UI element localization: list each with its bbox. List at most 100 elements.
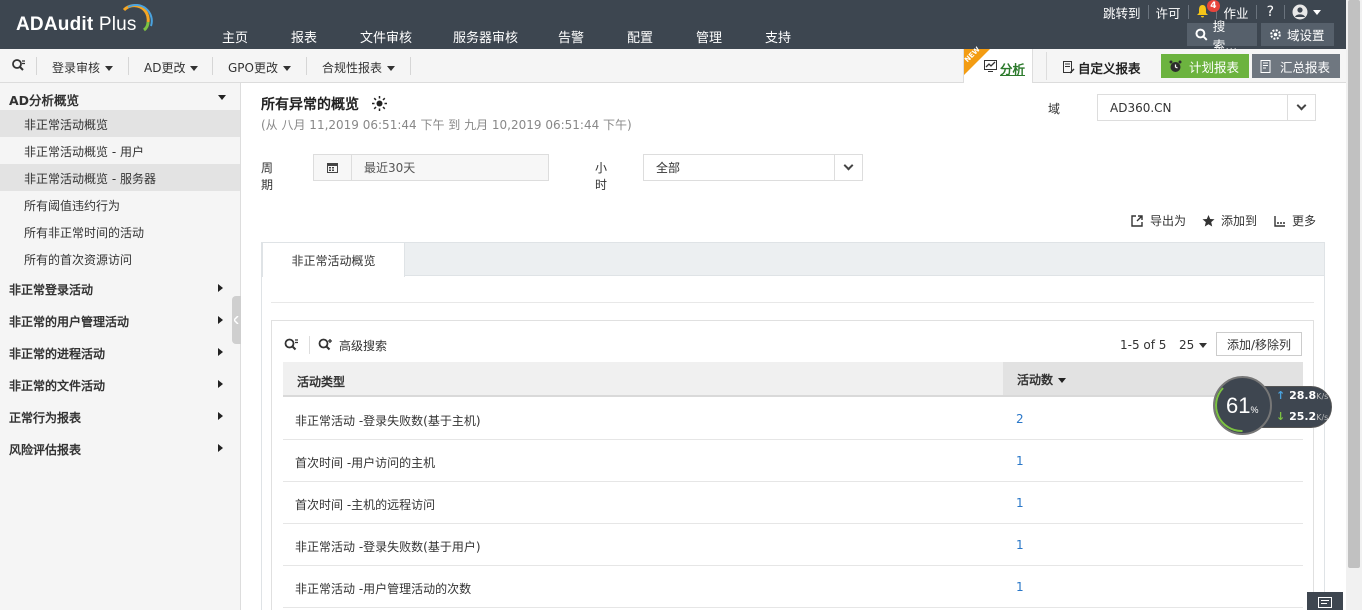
top-header: ADAudit Plus 主页 报表 文件审核 服务器审核 告警 配置 管理 支…: [0, 0, 1346, 53]
separator: [410, 57, 411, 75]
page-size-select[interactable]: 25: [1179, 338, 1208, 352]
star-icon: [1202, 214, 1215, 226]
subnav-logon-audit[interactable]: 登录审核: [52, 59, 114, 76]
nav-admin[interactable]: 管理: [696, 27, 765, 46]
chevron-down-icon: [105, 66, 114, 71]
summary-report-button[interactable]: 汇总报表: [1252, 54, 1340, 78]
more-icon: [1274, 215, 1285, 227]
expand-arrow-icon: [218, 380, 223, 388]
nav-alerts[interactable]: 告警: [558, 27, 627, 46]
period-value: 最近30天: [364, 161, 416, 175]
activity-type-cell: 非正常活动 -登录失败数(基于用户): [295, 540, 481, 554]
nav-server-audit[interactable]: 服务器审核: [453, 27, 558, 46]
more-button[interactable]: 更多: [1274, 212, 1316, 229]
activity-type-cell: 首次时间 -用户访问的主机: [295, 456, 436, 470]
sidebar-item-off-hours-activity[interactable]: 所有非正常时间的活动: [0, 218, 240, 245]
sidebar-section-ad-analytics[interactable]: AD分析概览: [0, 83, 240, 110]
grid-search-icon[interactable]: [284, 338, 299, 352]
chevron-down-icon: [282, 66, 291, 71]
analysis-button[interactable]: NEW 分析: [963, 45, 1033, 83]
sidebar-item-anomaly-overview[interactable]: 非正常活动概览: [0, 110, 240, 137]
sidebar-item-first-access[interactable]: 所有的首次资源访问: [0, 245, 240, 272]
user-avatar-icon: [1292, 4, 1308, 20]
sidebar-item-anomaly-overview-server[interactable]: 非正常活动概览 - 服务器: [0, 164, 240, 191]
vertical-scrollbar-thumb[interactable]: [1348, 0, 1360, 568]
grid-toolbar: 高级搜索: [284, 336, 387, 354]
column-header-activity-type[interactable]: 活动类型: [297, 373, 345, 390]
schedule-report-button[interactable]: 计划报表: [1161, 54, 1249, 78]
chevron-down-icon: [1199, 343, 1208, 348]
hour-select[interactable]: 全部: [643, 154, 863, 181]
domain-select[interactable]: AD360.CN: [1097, 94, 1316, 121]
header-search-button[interactable]: 搜索...: [1187, 19, 1257, 53]
alarm-clock-icon: [1169, 60, 1182, 72]
help-link[interactable]: ?: [1257, 4, 1284, 20]
sidebar-cat-logon[interactable]: 非正常登录活动: [0, 272, 240, 304]
nav-file-audit[interactable]: 文件审核: [360, 27, 453, 46]
activity-type-cell: 非正常活动 -登录失败数(基于主机): [295, 414, 481, 428]
chevron-left-icon: [234, 316, 239, 324]
sidebar-cat-user-mgmt[interactable]: 非正常的用户管理活动: [0, 304, 240, 336]
advanced-search-icon: [318, 338, 332, 351]
period-label: 周期: [261, 161, 274, 192]
activity-type-cell: 首次时间 -主机的远程访问: [295, 498, 436, 512]
subnav-ad-changes[interactable]: AD更改: [144, 59, 199, 76]
chat-button[interactable]: [1307, 592, 1343, 610]
nav-home[interactable]: 主页: [222, 27, 291, 46]
calendar-icon: [314, 155, 352, 180]
activity-count-link[interactable]: 1: [1016, 580, 1024, 594]
activity-count-link[interactable]: 1: [1016, 454, 1024, 468]
arrow-up-icon: ↑: [1276, 389, 1286, 402]
table-row: 非正常活动 -登录失败数(基于用户) 1: [283, 524, 1303, 566]
license-link[interactable]: 许可: [1149, 3, 1188, 22]
chevron-down-icon: [834, 155, 862, 180]
summary-report-icon: [1260, 59, 1271, 73]
export-button[interactable]: 导出为: [1131, 212, 1186, 229]
table-header: 活动类型 活动数: [283, 362, 1303, 397]
sidebar-cat-process[interactable]: 非正常的进程活动: [0, 336, 240, 368]
advanced-search-button[interactable]: 高级搜索: [318, 337, 387, 354]
subnav-compliance-reports[interactable]: 合规性报表: [322, 59, 396, 76]
activity-count-link[interactable]: 2: [1016, 412, 1024, 426]
custom-report-button[interactable]: 自定义报表: [1062, 58, 1141, 77]
tab-anomaly-overview[interactable]: 非正常活动概览: [262, 242, 405, 277]
network-speed-widget[interactable]: 61% ↑ 28.8K/s ↓ 25.2K/s: [1213, 376, 1333, 436]
domain-settings-label: 域设置: [1287, 28, 1325, 43]
nav-support[interactable]: 支持: [765, 27, 834, 46]
chat-icon: [1318, 597, 1332, 608]
sidebar-collapse-handle[interactable]: [232, 296, 241, 344]
export-icon: [1131, 214, 1143, 227]
nav-config[interactable]: 配置: [627, 27, 696, 46]
sidebar-cat-file[interactable]: 非正常的文件活动: [0, 368, 240, 400]
domain-label: 域: [1048, 102, 1061, 116]
paging-info: 1-5 of 5: [1120, 338, 1167, 352]
sidebar: AD分析概览 非正常活动概览 非正常活动概览 - 用户 非正常活动概览 - 服务…: [0, 83, 241, 610]
add-to-button[interactable]: 添加到: [1202, 212, 1257, 229]
separator: [36, 57, 37, 75]
separator: [309, 336, 310, 354]
summary-report-label: 汇总报表: [1280, 59, 1331, 75]
sidebar-item-threshold-violations[interactable]: 所有阈值违约行为: [0, 191, 240, 218]
more-label: 更多: [1292, 214, 1317, 228]
sidebar-cat-risk-assessment[interactable]: 风险评估报表: [0, 432, 240, 464]
add-remove-columns-button[interactable]: 添加/移除列: [1216, 332, 1302, 356]
user-menu[interactable]: [1285, 4, 1328, 20]
separator: [306, 57, 307, 75]
sidebar-item-anomaly-overview-user[interactable]: 非正常活动概览 - 用户: [0, 137, 240, 164]
quick-search-icon[interactable]: [12, 59, 26, 72]
chevron-down-icon: [387, 66, 396, 71]
domain-settings-button[interactable]: 域设置: [1261, 23, 1334, 46]
notification-bell[interactable]: 4: [1189, 0, 1220, 21]
jump-to-link[interactable]: 跳转到: [1096, 3, 1148, 22]
subnav-gpo-changes[interactable]: GPO更改: [228, 59, 291, 76]
arrow-down-icon: ↓: [1276, 410, 1286, 423]
gear-icon: [1270, 29, 1281, 40]
download-speed: ↓ 25.2K/s: [1276, 410, 1329, 423]
search-label: 搜索...: [1212, 18, 1238, 53]
activity-count-link[interactable]: 1: [1016, 538, 1024, 552]
period-select[interactable]: 最近30天: [313, 154, 549, 181]
nav-reports[interactable]: 报表: [291, 27, 360, 46]
sidebar-cat-normal-behavior[interactable]: 正常行为报表: [0, 400, 240, 432]
activity-count-link[interactable]: 1: [1016, 496, 1024, 510]
hour-label: 小时: [595, 161, 608, 192]
